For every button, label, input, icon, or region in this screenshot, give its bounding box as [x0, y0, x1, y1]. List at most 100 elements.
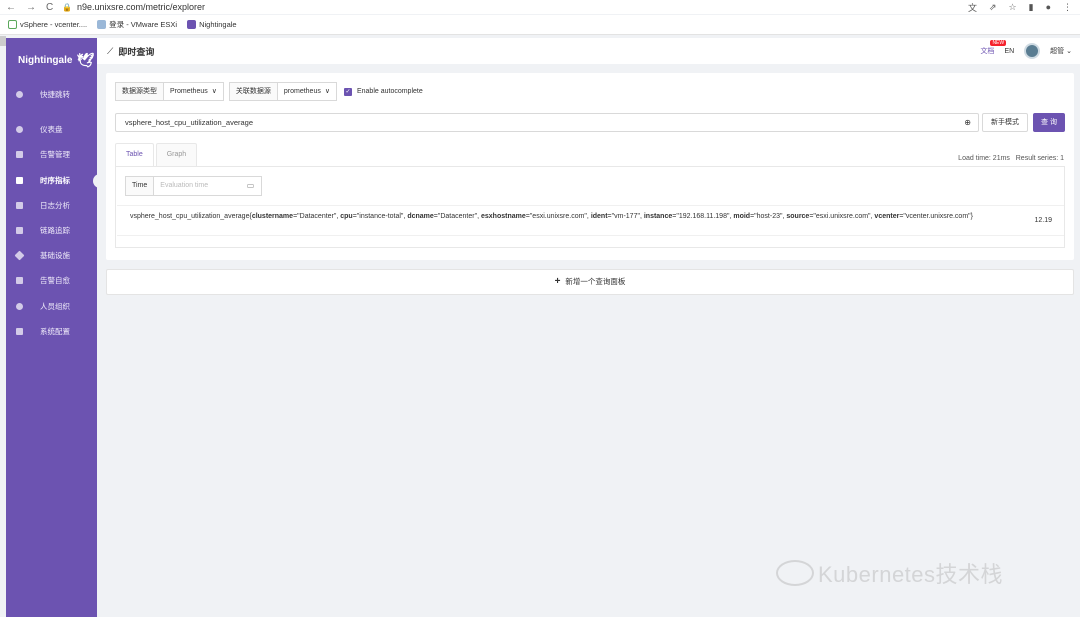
tab-graph[interactable]: Graph	[155, 143, 198, 167]
autocomplete-checkbox[interactable]: ✓ Enable autocomplete	[343, 87, 423, 96]
chevron-down-icon: ∨	[211, 88, 217, 95]
lock-icon: 🔒	[62, 2, 72, 12]
sidebar-item-users[interactable]: 人员组织	[6, 294, 97, 319]
load-info: Load time: 21ms Result series: 1	[958, 155, 1064, 162]
label-value: ="vcenter.unixsre.com"	[899, 213, 971, 220]
sidepanel-icon[interactable]: ▮	[1029, 2, 1034, 13]
datasource-row: 数据源类型 Prometheus ∨ 关联数据源 prometheus ∨ ✓ …	[115, 82, 423, 101]
vsphere-icon	[8, 20, 17, 29]
promql-input[interactable]: vsphere_host_cpu_utilization_average ⊕	[115, 113, 979, 132]
label-key: source	[786, 213, 810, 220]
avatar[interactable]	[1024, 43, 1041, 59]
menu-icon[interactable]: ⋮	[1063, 2, 1072, 13]
nightingale-icon	[187, 20, 197, 29]
profile-icon[interactable]: ●	[1046, 2, 1051, 12]
plus-icon: +	[554, 276, 561, 287]
trace-icon	[16, 227, 23, 235]
sidebar-item-dashboard[interactable]: 仪表盘	[6, 117, 97, 142]
sidebar-item-infra[interactable]: 基础设施	[6, 243, 97, 268]
label-value: ="Datacenter",	[293, 213, 341, 220]
bookmark-vsphere[interactable]: vSphere - vcenter....	[8, 20, 87, 29]
label-value: ="192.168.11.198",	[672, 213, 734, 220]
bookmarks-bar: vSphere - vcenter.... 登录 - VMware ESXi N…	[0, 15, 1080, 35]
table-row: vsphere_host_cpu_utilization_average{clu…	[117, 205, 1064, 236]
add-query-panel-button[interactable]: + 新增一个查询面板	[106, 269, 1074, 295]
result-tabs: Table Graph	[115, 143, 199, 167]
datasource-label: 关联数据源	[228, 82, 278, 101]
line-chart-icon	[16, 176, 23, 184]
watermark: Kubernetes技术栈	[776, 557, 1003, 589]
bird-icon: 🕊	[76, 51, 95, 68]
user-menu[interactable]: 超管 ⌄	[1050, 46, 1072, 56]
tab-table[interactable]: Table	[115, 143, 154, 167]
chevron-down-icon: ∨	[324, 88, 330, 95]
sidebar-item-tracing[interactable]: 链路追踪	[6, 218, 97, 243]
browser-address-bar: ← → C 🔒 n9e.unixsre.com/metric/explorer …	[0, 0, 1080, 14]
sidebar-item-quickjump[interactable]: 快捷跳转	[6, 82, 97, 107]
label-value: ="Datacenter",	[433, 213, 481, 220]
label-key: esxhostname	[480, 213, 526, 220]
star-icon[interactable]: ☆	[1009, 2, 1017, 13]
sidebar-item-settings[interactable]: 系统配置	[6, 319, 97, 344]
browser-nav: ← → C	[6, 2, 62, 13]
label-key: dcname	[407, 213, 434, 220]
bookmark-esxi[interactable]: 登录 - VMware ESXi	[97, 19, 177, 30]
globe-icon[interactable]: ⊕	[964, 114, 971, 131]
back-icon[interactable]: ←	[6, 2, 16, 13]
novice-mode-button[interactable]: 新手模式	[982, 113, 1028, 132]
share-icon[interactable]: ⇗	[989, 2, 997, 13]
table-content: Time Evaluation time ▭ vsphere_host_cpu_…	[115, 166, 1065, 248]
query-button[interactable]: 查 询	[1033, 113, 1065, 132]
check-icon: ✓	[343, 87, 352, 96]
diamond-icon	[14, 250, 25, 261]
terminal-icon	[16, 277, 23, 285]
label-key: clustername	[251, 213, 294, 220]
bookmark-nightingale[interactable]: Nightingale	[187, 20, 237, 29]
dashboard-icon	[16, 126, 23, 134]
grid-icon	[16, 327, 23, 335]
series-value: 12.19	[1034, 217, 1052, 224]
browser-actions: 文 ⇗ ☆ ▮ ● ⋮	[968, 0, 1072, 14]
evaluation-time-row: Time Evaluation time ▭	[125, 176, 263, 196]
datasource-select[interactable]: prometheus ∨	[277, 82, 337, 101]
brand-logo[interactable]: Nightingale 🕊	[6, 38, 97, 82]
label-value: ="vm-177",	[607, 213, 644, 220]
page-title: 即时查询	[118, 46, 155, 57]
sidebar-item-metrics[interactable]: 时序指标	[6, 168, 103, 193]
docs-link[interactable]: 文档 NEW	[980, 40, 1007, 56]
translate-icon[interactable]: 文	[968, 1, 977, 14]
label-key: vcenter	[874, 213, 900, 220]
label-value: ="host-23",	[750, 213, 787, 220]
new-badge: NEW	[990, 40, 1007, 46]
forward-icon[interactable]: →	[26, 2, 36, 13]
label-key: ident	[590, 213, 608, 220]
time-label: Time	[125, 176, 155, 196]
chevron-down-icon: ⌄	[1066, 48, 1072, 55]
esxi-icon	[97, 20, 107, 29]
url-field[interactable]: n9e.unixsre.com/metric/explorer	[77, 2, 205, 12]
datasource-type-label: 数据源类型	[115, 82, 164, 101]
sidebar-item-logs[interactable]: 日志分析	[6, 193, 97, 218]
label-value: ="esxi.unixsre.com",	[525, 213, 591, 220]
calendar-icon: ▭	[246, 181, 255, 190]
alarm-icon	[16, 151, 23, 159]
sidebar-item-alerts[interactable]: 告警管理	[6, 142, 97, 167]
line-chart-icon: ⟋	[107, 45, 114, 56]
user-icon	[16, 302, 23, 310]
datasource-type-select[interactable]: Prometheus ∨	[164, 82, 224, 101]
metric-name: vsphere_host_cpu_utilization_average{	[130, 213, 252, 220]
label-value: ="instance-total",	[352, 213, 408, 220]
top-header: ⟋ 即时查询 文档 NEW EN 超管 ⌄	[97, 38, 1080, 64]
sidebar: Nightingale 🕊 快捷跳转 仪表盘 告警管理 时序指标 日志分析 链路…	[6, 38, 103, 617]
document-icon	[16, 201, 23, 209]
label-value: ="esxi.unixsre.com",	[809, 213, 875, 220]
label-key: cpu	[340, 213, 353, 220]
wechat-icon	[776, 560, 814, 586]
evaluation-time-input[interactable]: Evaluation time ▭	[154, 176, 263, 196]
series-labels: vsphere_host_cpu_utilization_average{clu…	[130, 212, 1000, 222]
reload-icon[interactable]: C	[46, 2, 53, 13]
label-key: instance	[643, 213, 673, 220]
rocket-icon	[16, 91, 23, 99]
language-switch[interactable]: EN	[1004, 48, 1014, 55]
sidebar-item-selfheal[interactable]: 告警自愈	[6, 268, 97, 293]
